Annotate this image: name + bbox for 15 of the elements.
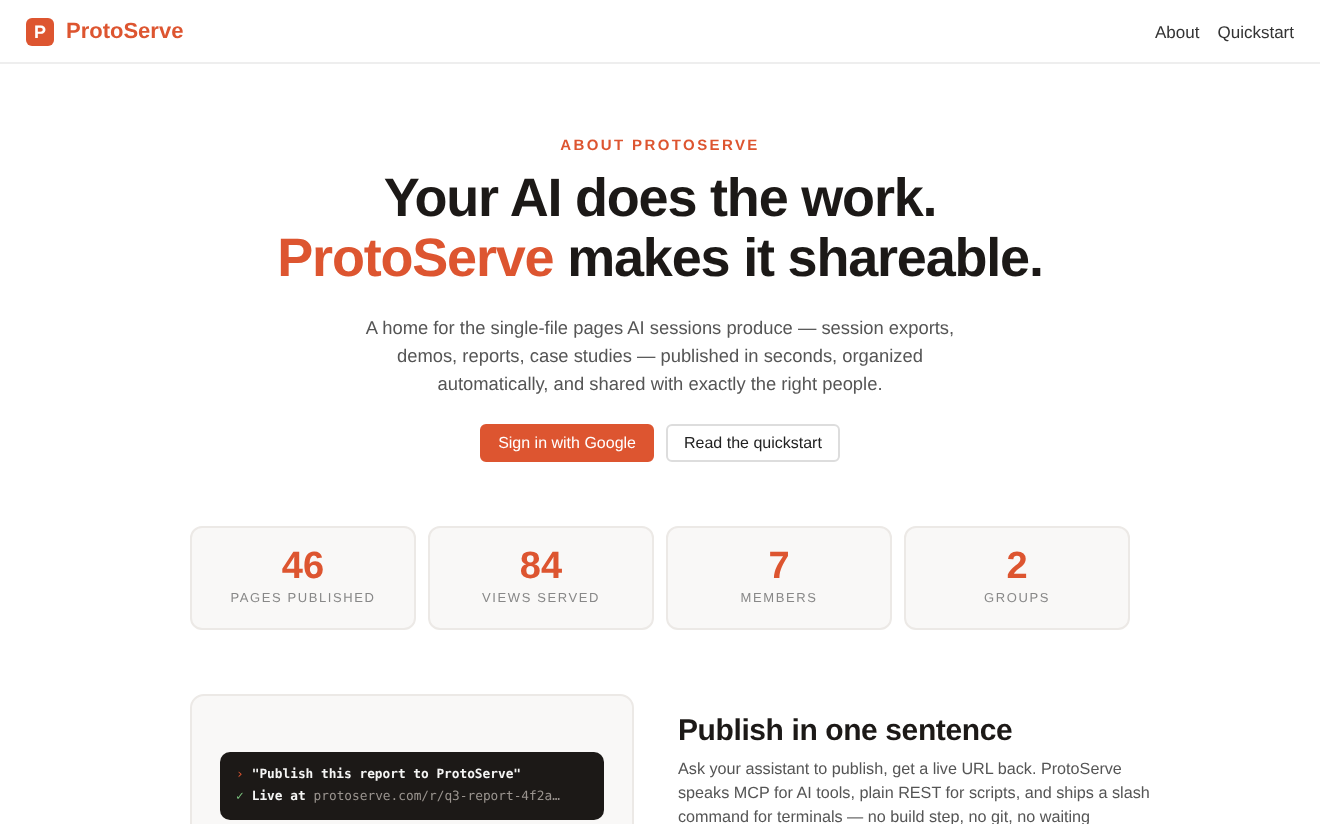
nav-link[interactable]: About (1155, 21, 1200, 41)
sign-in-button[interactable]: Sign in with Google (480, 423, 654, 462)
stat-value: 2 (1006, 548, 1028, 589)
stat-value: 7 (768, 548, 790, 589)
hero-description: A home for the single-file pages AI sessions produce — session exports, demos, reports, case studies — published in seconds, organized automatically, and shared with exactly the right people. (363, 316, 957, 399)
headline: ProtoServe makes it shareable. (277, 228, 1043, 288)
headline: Your AI does the work. (381, 168, 939, 228)
quickstart-button[interactable]: Read the quickstart (666, 423, 840, 462)
brand-name[interactable]: ProtoServe (66, 19, 184, 43)
nav-link[interactable]: Quickstart (1217, 21, 1294, 41)
feature-description: Ask your assistant to publish, get a live URL back. ProtoServe speaks MCP for AI tools, plain REST for scripts, and ships a slash command for terminals — no build step, no git, no waiting (678, 757, 1150, 824)
stat-value: 46 (281, 548, 325, 589)
logo-icon[interactable]: P (26, 17, 54, 45)
feature-title: Publish in one sentence (678, 713, 1015, 750)
stat-value: 84 (519, 548, 563, 589)
